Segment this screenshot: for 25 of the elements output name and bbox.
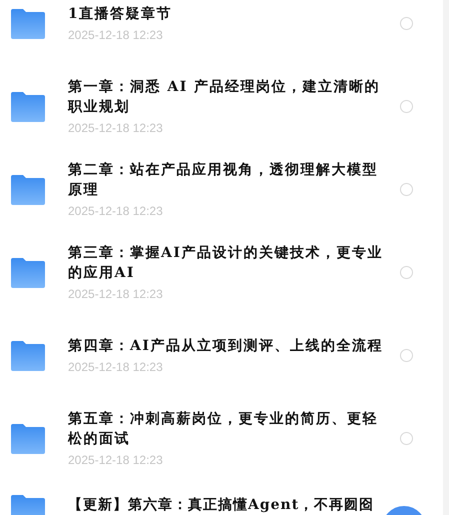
folder-date: 2025-12-18 12:23 xyxy=(68,202,164,220)
folder-icon xyxy=(11,92,45,122)
folder-icon xyxy=(11,8,45,38)
folder-date: 2025-12-18 12:23 xyxy=(68,120,164,136)
select-radio[interactable] xyxy=(400,349,413,362)
folder-title[interactable]: 第一章：洞悉 AI 产品经理岗位，建立清晰的职业规划 xyxy=(68,76,383,116)
folder-icon xyxy=(11,340,45,370)
folder-date: 2025-12-18 12:23 xyxy=(68,358,164,376)
select-radio[interactable] xyxy=(400,17,413,30)
folder-title[interactable]: 1直播答疑章节 xyxy=(68,4,383,24)
folder-title[interactable]: 第五章：冲刺高薪岗位，更专业的简历、更轻松的面试 xyxy=(68,408,383,448)
select-radio[interactable] xyxy=(400,183,413,196)
select-radio[interactable] xyxy=(400,432,413,445)
folder-date: 2025-12-18 12:23 xyxy=(68,26,164,44)
folder-icon xyxy=(11,424,45,454)
folder-title[interactable]: 【更新】第六章：真正搞懂Agent，不再囫囵 xyxy=(68,495,383,515)
folder-date: 2025-12-18 12:23 xyxy=(68,286,164,302)
folder-title[interactable]: 第二章：站在产品应用视角，透彻理解大模型原理 xyxy=(68,160,383,200)
folder-title[interactable]: 第四章：AI产品从立项到测评、上线的全流程 xyxy=(68,336,383,356)
folder-icon xyxy=(11,174,45,204)
folder-title[interactable]: 第三章：掌握AI产品设计的关键技术，更专业的应用AI xyxy=(68,242,383,282)
folder-icon xyxy=(11,258,45,288)
select-radio[interactable] xyxy=(400,100,413,113)
folder-date: 2025-12-18 12:23 xyxy=(68,452,164,468)
select-radio[interactable] xyxy=(400,266,413,279)
